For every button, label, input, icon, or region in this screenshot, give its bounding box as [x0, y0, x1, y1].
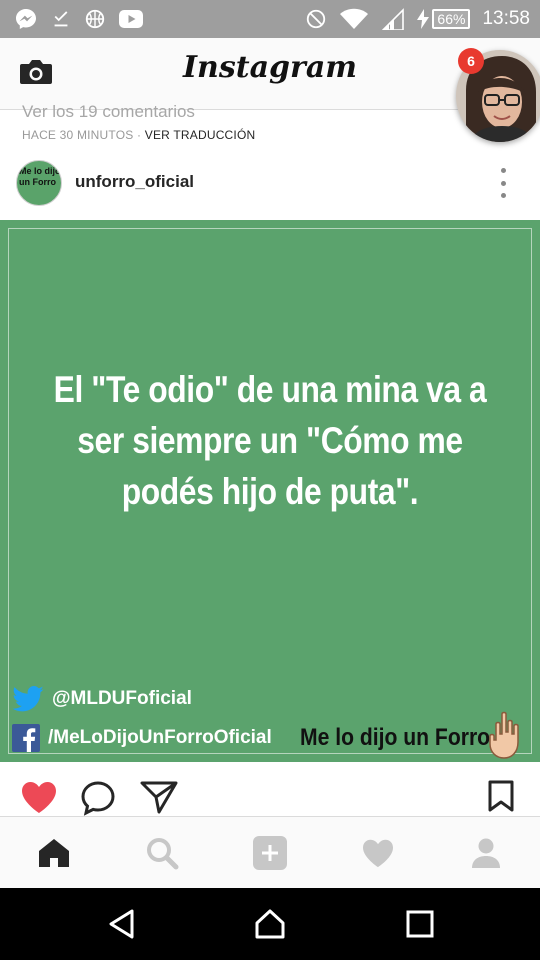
basketball-icon: [85, 9, 105, 29]
quote-line-2: ser siempre un "Cómo me: [77, 420, 463, 461]
more-options-icon[interactable]: [494, 168, 512, 198]
quote-line-3: podés hijo de puta".: [121, 471, 419, 512]
user-avatar[interactable]: Me lo dijo un Forro: [16, 160, 62, 206]
back-icon[interactable]: [106, 908, 138, 940]
brand-signature: Me lo dijo un Forro: [300, 724, 491, 751]
facebook-icon: [12, 724, 40, 752]
twitter-credit: @MLDUFoficial: [12, 686, 192, 712]
signal-icon: [382, 8, 405, 30]
facebook-page: /MeLoDijoUnForroOficial: [48, 727, 272, 748]
messenger-icon: [16, 9, 36, 29]
comment-icon[interactable]: [80, 780, 116, 816]
post-timestamp: HACE 30 MINUTOS: [22, 128, 134, 142]
post-username[interactable]: unforro_oficial: [75, 172, 194, 192]
recents-icon[interactable]: [404, 908, 436, 940]
battery-level: 66%: [432, 9, 471, 29]
status-bar: 66% 13:58: [0, 0, 540, 38]
see-translation-link[interactable]: VER TRADUCCIÓN: [145, 128, 256, 142]
post-actions: [0, 762, 540, 816]
bookmark-icon[interactable]: [488, 780, 514, 812]
post-header: Me lo dijo un Forro unforro_oficial: [0, 152, 540, 216]
bottom-tab-bar: [0, 816, 540, 888]
tab-profile[interactable]: [466, 833, 506, 873]
avatar-text: Me lo dijo un Forro: [19, 166, 61, 187]
post-quote: El "Te odio" de una mina va a ser siempr…: [38, 364, 502, 517]
clock: 13:58: [482, 8, 530, 29]
tab-home[interactable]: [34, 833, 74, 873]
youtube-icon: [119, 10, 143, 28]
search-icon: [147, 838, 179, 870]
tab-add[interactable]: [250, 833, 290, 873]
tab-search[interactable]: [142, 833, 182, 873]
quote-line-1: El "Te odio" de una mina va a: [53, 369, 487, 410]
home-button-icon[interactable]: [254, 908, 286, 940]
meta-separator: ·: [137, 128, 142, 142]
facebook-credit: /MeLoDijoUnForroOficial: [12, 724, 272, 752]
post-image[interactable]: El "Te odio" de una mina va a ser siempr…: [0, 220, 540, 762]
tab-activity[interactable]: [358, 833, 398, 873]
add-icon: [253, 836, 287, 870]
wifi-icon: [340, 8, 369, 29]
view-comments-link[interactable]: Ver los 19 comentarios: [22, 102, 195, 122]
download-done-icon: [54, 11, 68, 27]
post-meta: HACE 30 MINUTOS · VER TRADUCCIÓN: [22, 128, 255, 142]
notification-badge: 6: [458, 48, 484, 74]
profile-icon: [472, 838, 500, 868]
share-icon[interactable]: [140, 780, 178, 814]
twitter-icon: [12, 686, 44, 712]
battery-indicator: 66%: [417, 9, 471, 29]
middle-finger-icon: [489, 711, 519, 759]
activity-icon: [363, 839, 393, 868]
home-icon: [39, 839, 69, 867]
charging-icon: [417, 9, 430, 29]
twitter-handle: @MLDUFoficial: [52, 688, 192, 709]
android-navigation-bar: [0, 888, 540, 960]
heart-icon[interactable]: [20, 780, 58, 814]
do-not-disturb-icon: [307, 9, 326, 29]
